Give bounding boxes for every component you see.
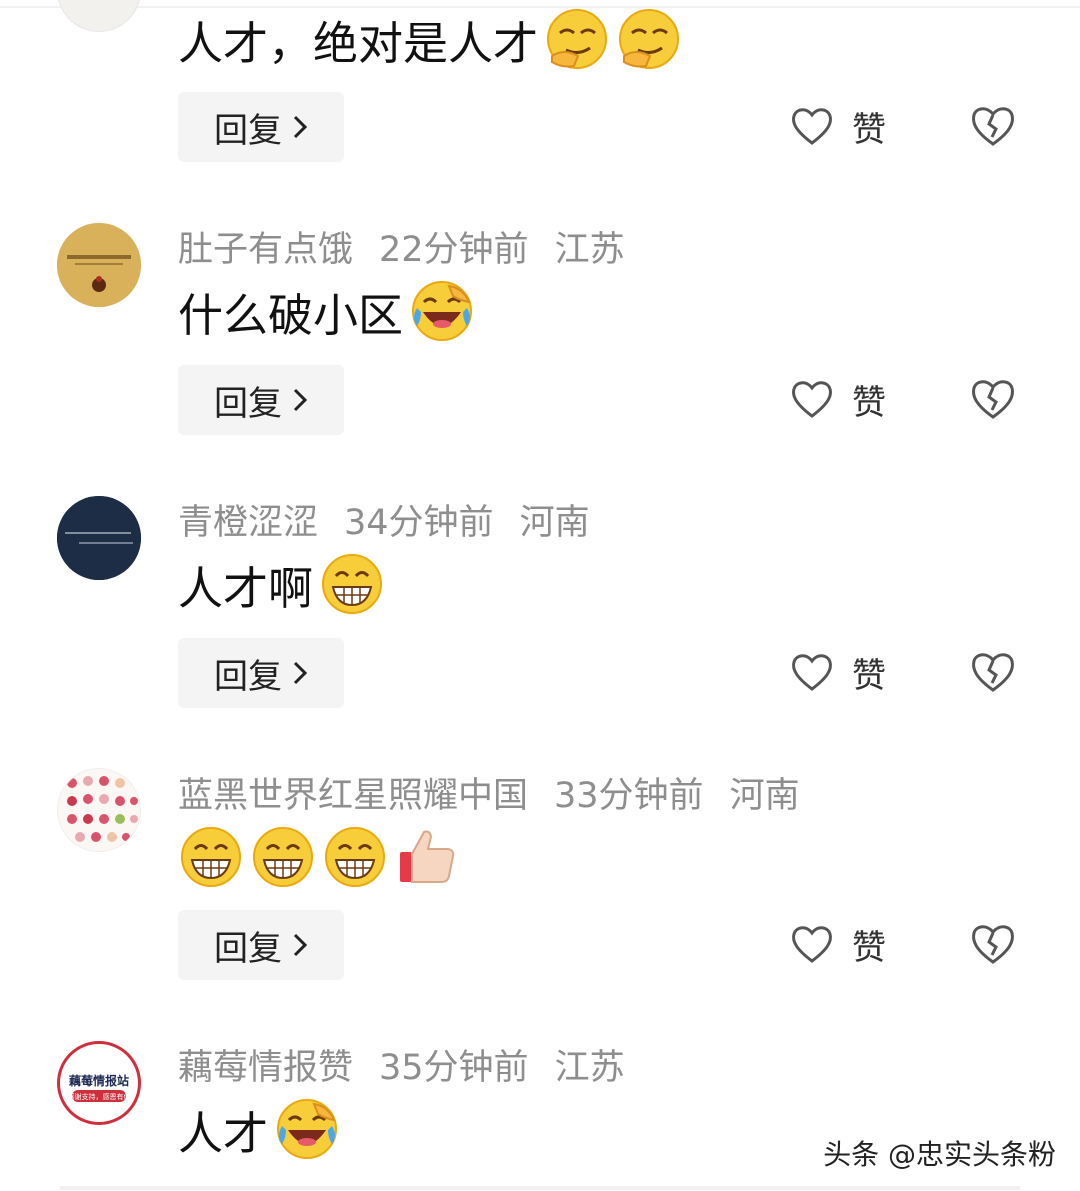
comment-text-body: 什么破小区 — [178, 288, 404, 342]
comment-text: 人才 — [178, 1094, 340, 1164]
like-button[interactable]: 赞 — [790, 371, 886, 427]
broken-heart-icon[interactable] — [970, 649, 1016, 695]
heart-icon — [792, 381, 832, 418]
smirk-face-icon — [616, 6, 682, 72]
region: 江苏 — [554, 1047, 625, 1088]
comment-text-body: 人才啊 — [178, 561, 314, 615]
reply-button[interactable]: 回复 — [178, 910, 344, 980]
reply-button[interactable]: 回复 — [178, 638, 344, 708]
heart-icon — [792, 926, 832, 963]
watermark: 头条 @忠实头条粉 — [823, 1138, 1056, 1171]
comment-meta: 蓝黑世界红星照耀中国 33分钟前 河南 — [178, 767, 800, 817]
broken-heart-icon[interactable] — [970, 376, 1016, 422]
reply-label: 回复 — [214, 110, 282, 151]
comment-meta: 肚子有点饿 22分钟前 江苏 — [178, 221, 625, 271]
region: 河南 — [519, 502, 590, 543]
heart-icon — [792, 108, 832, 145]
thumbs-up-icon — [394, 824, 460, 890]
region: 河南 — [729, 775, 800, 816]
reply-button[interactable]: 回复 — [178, 92, 344, 162]
chevron-right-icon — [293, 115, 308, 139]
badge-subtitle: 感谢支持，感恩有你 — [68, 1092, 131, 1101]
comment-text-body: 人才，绝对是人才 — [178, 16, 539, 70]
smirk-face-icon — [544, 6, 610, 72]
grin-face-icon — [322, 824, 388, 890]
comment-text — [178, 822, 460, 892]
like-button[interactable]: 赞 — [790, 98, 886, 154]
broken-heart-icon[interactable] — [970, 921, 1016, 967]
comment-meta: 藕莓情报赞 35分钟前 江苏 — [178, 1039, 625, 1089]
reply-label: 回复 — [214, 656, 282, 697]
comment-text: 什么破小区 — [178, 276, 475, 346]
like-label: 赞 — [852, 109, 886, 150]
like-button[interactable]: 赞 — [790, 644, 886, 700]
grin-face-icon — [250, 824, 316, 890]
reply-label: 回复 — [214, 928, 282, 969]
timestamp: 34分钟前 — [344, 502, 494, 543]
timestamp: 35分钟前 — [379, 1047, 529, 1088]
chevron-right-icon — [293, 933, 308, 957]
timestamp: 22分钟前 — [379, 229, 529, 270]
laugh-cry-face-icon — [274, 1096, 340, 1162]
badge-title: 藕莓情报站 — [68, 1073, 129, 1088]
avatar[interactable]: 藕莓情报站 感谢支持，感恩有你 — [57, 1041, 141, 1125]
broken-heart-icon[interactable] — [970, 103, 1016, 149]
username[interactable]: 藕莓情报赞 — [178, 1039, 353, 1090]
comment-text: 人才啊 — [178, 549, 385, 619]
avatar[interactable] — [57, 496, 141, 580]
comment-text: 人才，绝对是人才 — [178, 4, 682, 74]
grin-face-icon — [319, 551, 385, 617]
like-label: 赞 — [852, 927, 886, 968]
chevron-right-icon — [293, 661, 308, 685]
comment-list: 人才，绝对是人才 回复 赞 肚子有点饿 22分钟前 江苏 什么破小区 回复 赞 … — [0, 0, 1080, 1191]
reply-label: 回复 — [214, 383, 282, 424]
comment-text-body: 人才 — [178, 1106, 269, 1160]
username[interactable]: 蓝黑世界红星照耀中国 — [178, 767, 528, 818]
reply-button[interactable]: 回复 — [178, 365, 344, 435]
username[interactable]: 青橙涩涩 — [178, 494, 318, 545]
chevron-right-icon — [293, 388, 308, 412]
username[interactable]: 肚子有点饿 — [178, 221, 353, 272]
avatar[interactable] — [57, 0, 141, 32]
like-label: 赞 — [852, 382, 886, 423]
divider — [60, 1186, 1020, 1190]
like-button[interactable]: 赞 — [790, 916, 886, 972]
laugh-cry-face-icon — [409, 278, 475, 344]
grin-face-icon — [178, 824, 244, 890]
like-label: 赞 — [852, 655, 886, 696]
timestamp: 33分钟前 — [554, 775, 704, 816]
avatar[interactable] — [57, 223, 141, 307]
heart-icon — [792, 654, 832, 691]
region: 江苏 — [554, 229, 625, 270]
avatar[interactable] — [57, 768, 141, 852]
comment-meta: 青橙涩涩 34分钟前 河南 — [178, 494, 590, 544]
